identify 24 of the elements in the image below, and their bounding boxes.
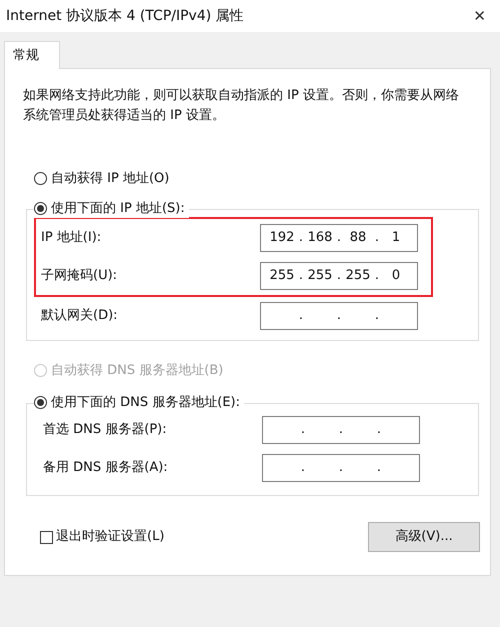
- field-label: 子网掩码(U):: [41, 267, 118, 286]
- ip-address-field[interactable]: 255 . 255 . 255 . 0: [260, 262, 418, 290]
- field-label: IP 地址(I):: [41, 229, 102, 248]
- field-label: 备用 DNS 服务器(A):: [43, 459, 168, 478]
- ip-address-field[interactable]: 192 . 168 . 88 . 1: [260, 224, 418, 252]
- field-label: 首选 DNS 服务器(P):: [43, 421, 167, 440]
- ip-address-field[interactable]: . . .: [262, 416, 420, 444]
- checkbox-label: 退出时验证设置(L): [56, 528, 164, 546]
- radio-label: 自动获得 DNS 服务器地址(B): [51, 362, 224, 380]
- ip-address-field[interactable]: . . .: [260, 302, 418, 330]
- advanced-button[interactable]: 高级(V)...: [368, 522, 480, 552]
- ip-address-field[interactable]: . . .: [262, 454, 420, 482]
- radio-button[interactable]: [34, 396, 47, 409]
- radio-label: 使用下面的 IP 地址(S):: [51, 200, 185, 218]
- close-button[interactable]: ✕: [469, 4, 490, 28]
- field-label: 默认网关(D):: [41, 307, 118, 326]
- radio-button[interactable]: [34, 172, 47, 186]
- radio-button[interactable]: [34, 202, 47, 215]
- tab[interactable]: 常规: [4, 41, 60, 69]
- radio-label: 自动获得 IP 地址(O): [51, 170, 170, 188]
- radio-label: 使用下面的 DNS 服务器地址(E):: [51, 394, 240, 412]
- description-text: 如果网络支持此功能，则可以获取自动指派的 IP 设置。否则，你需要从网络系统管理员处获得适当的 IP 设置。: [23, 87, 460, 125]
- checkbox[interactable]: [40, 530, 53, 544]
- window-title: Internet 协议版本 4 (TCP/IPv4) 属性: [6, 6, 244, 26]
